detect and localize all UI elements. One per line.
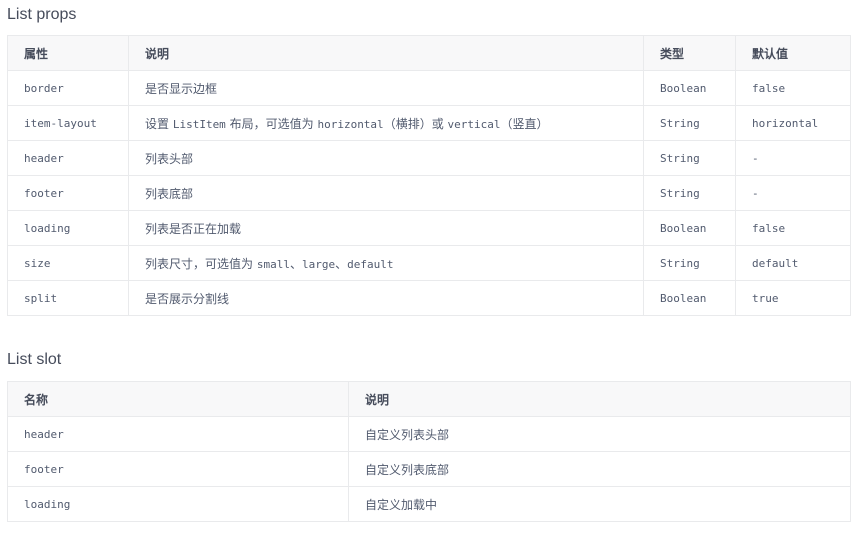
slot-name: header <box>7 416 349 452</box>
prop-name: footer <box>7 175 129 211</box>
header-property: 属性 <box>7 35 129 71</box>
table-row: loading 自定义加载中 <box>7 486 851 522</box>
prop-default: false <box>735 210 851 246</box>
table-row: header 列表头部 String - <box>7 140 851 176</box>
desc-text: （横排）或 <box>383 116 448 131</box>
prop-type: String <box>643 140 736 176</box>
desc-code: default <box>347 257 394 271</box>
prop-default: default <box>735 245 851 281</box>
slot-name: footer <box>7 451 349 487</box>
prop-name: loading <box>7 210 129 246</box>
prop-default: - <box>735 140 851 176</box>
list-props-title: List props <box>7 6 77 23</box>
desc-text: 设置 <box>145 116 173 131</box>
slot-description: 自定义列表头部 <box>348 416 851 452</box>
prop-default: - <box>735 175 851 211</box>
prop-type: Boolean <box>643 280 736 316</box>
table-row: loading 列表是否正在加载 Boolean false <box>7 210 851 246</box>
prop-description: 设置 ListItem 布局，可选值为 horizontal（横排）或 vert… <box>128 105 644 141</box>
prop-name: size <box>7 245 129 281</box>
header-default: 默认值 <box>735 35 851 71</box>
table-row: item-layout 设置 ListItem 布局，可选值为 horizont… <box>7 105 851 141</box>
slot-name: loading <box>7 486 349 522</box>
desc-code: small <box>256 257 290 271</box>
list-props-table: 属性 说明 类型 默认值 border 是否显示边框 Boolean false… <box>7 35 851 316</box>
prop-description: 列表尺寸，可选值为 small、large、default <box>128 245 644 281</box>
prop-name: header <box>7 140 129 176</box>
prop-description: 是否显示边框 <box>128 70 644 106</box>
desc-text: （竖直） <box>500 116 549 131</box>
table-row: border 是否显示边框 Boolean false <box>7 70 851 106</box>
prop-description: 是否展示分割线 <box>128 280 644 316</box>
prop-name: split <box>7 280 129 316</box>
desc-text: 、 <box>289 256 302 271</box>
prop-name: item-layout <box>7 105 129 141</box>
prop-type: String <box>643 245 736 281</box>
prop-default: true <box>735 280 851 316</box>
desc-text: 列表尺寸，可选值为 <box>145 256 257 271</box>
desc-text: 、 <box>335 256 348 271</box>
table-row: size 列表尺寸，可选值为 small、large、default Strin… <box>7 245 851 281</box>
table-row: header 自定义列表头部 <box>7 416 851 452</box>
prop-description: 列表头部 <box>128 140 644 176</box>
prop-description: 列表底部 <box>128 175 644 211</box>
list-slot-table: 名称 说明 header 自定义列表头部 footer 自定义列表底部 load… <box>7 381 851 522</box>
prop-name: border <box>7 70 129 106</box>
desc-code: horizontal <box>317 117 384 131</box>
prop-default: horizontal <box>735 105 851 141</box>
table-row: split 是否展示分割线 Boolean true <box>7 280 851 316</box>
header-type: 类型 <box>643 35 736 71</box>
prop-type: String <box>643 105 736 141</box>
header-description: 说明 <box>128 35 644 71</box>
prop-description: 列表是否正在加载 <box>128 210 644 246</box>
list-slot-title: List slot <box>7 351 62 368</box>
slot-description: 自定义列表底部 <box>348 451 851 487</box>
table-row: footer 列表底部 String - <box>7 175 851 211</box>
table-row: footer 自定义列表底部 <box>7 451 851 487</box>
header-name: 名称 <box>7 381 349 417</box>
desc-text: 布局，可选值为 <box>225 116 318 131</box>
table-header-row: 属性 说明 类型 默认值 <box>7 35 851 71</box>
desc-code: ListItem <box>172 117 226 131</box>
header-description: 说明 <box>348 381 851 417</box>
prop-default: false <box>735 70 851 106</box>
slot-description: 自定义加载中 <box>348 486 851 522</box>
desc-code: vertical <box>447 117 501 131</box>
desc-code: large <box>301 257 336 271</box>
prop-type: Boolean <box>643 70 736 106</box>
table-header-row: 名称 说明 <box>7 381 851 417</box>
prop-type: Boolean <box>643 210 736 246</box>
prop-type: String <box>643 175 736 211</box>
